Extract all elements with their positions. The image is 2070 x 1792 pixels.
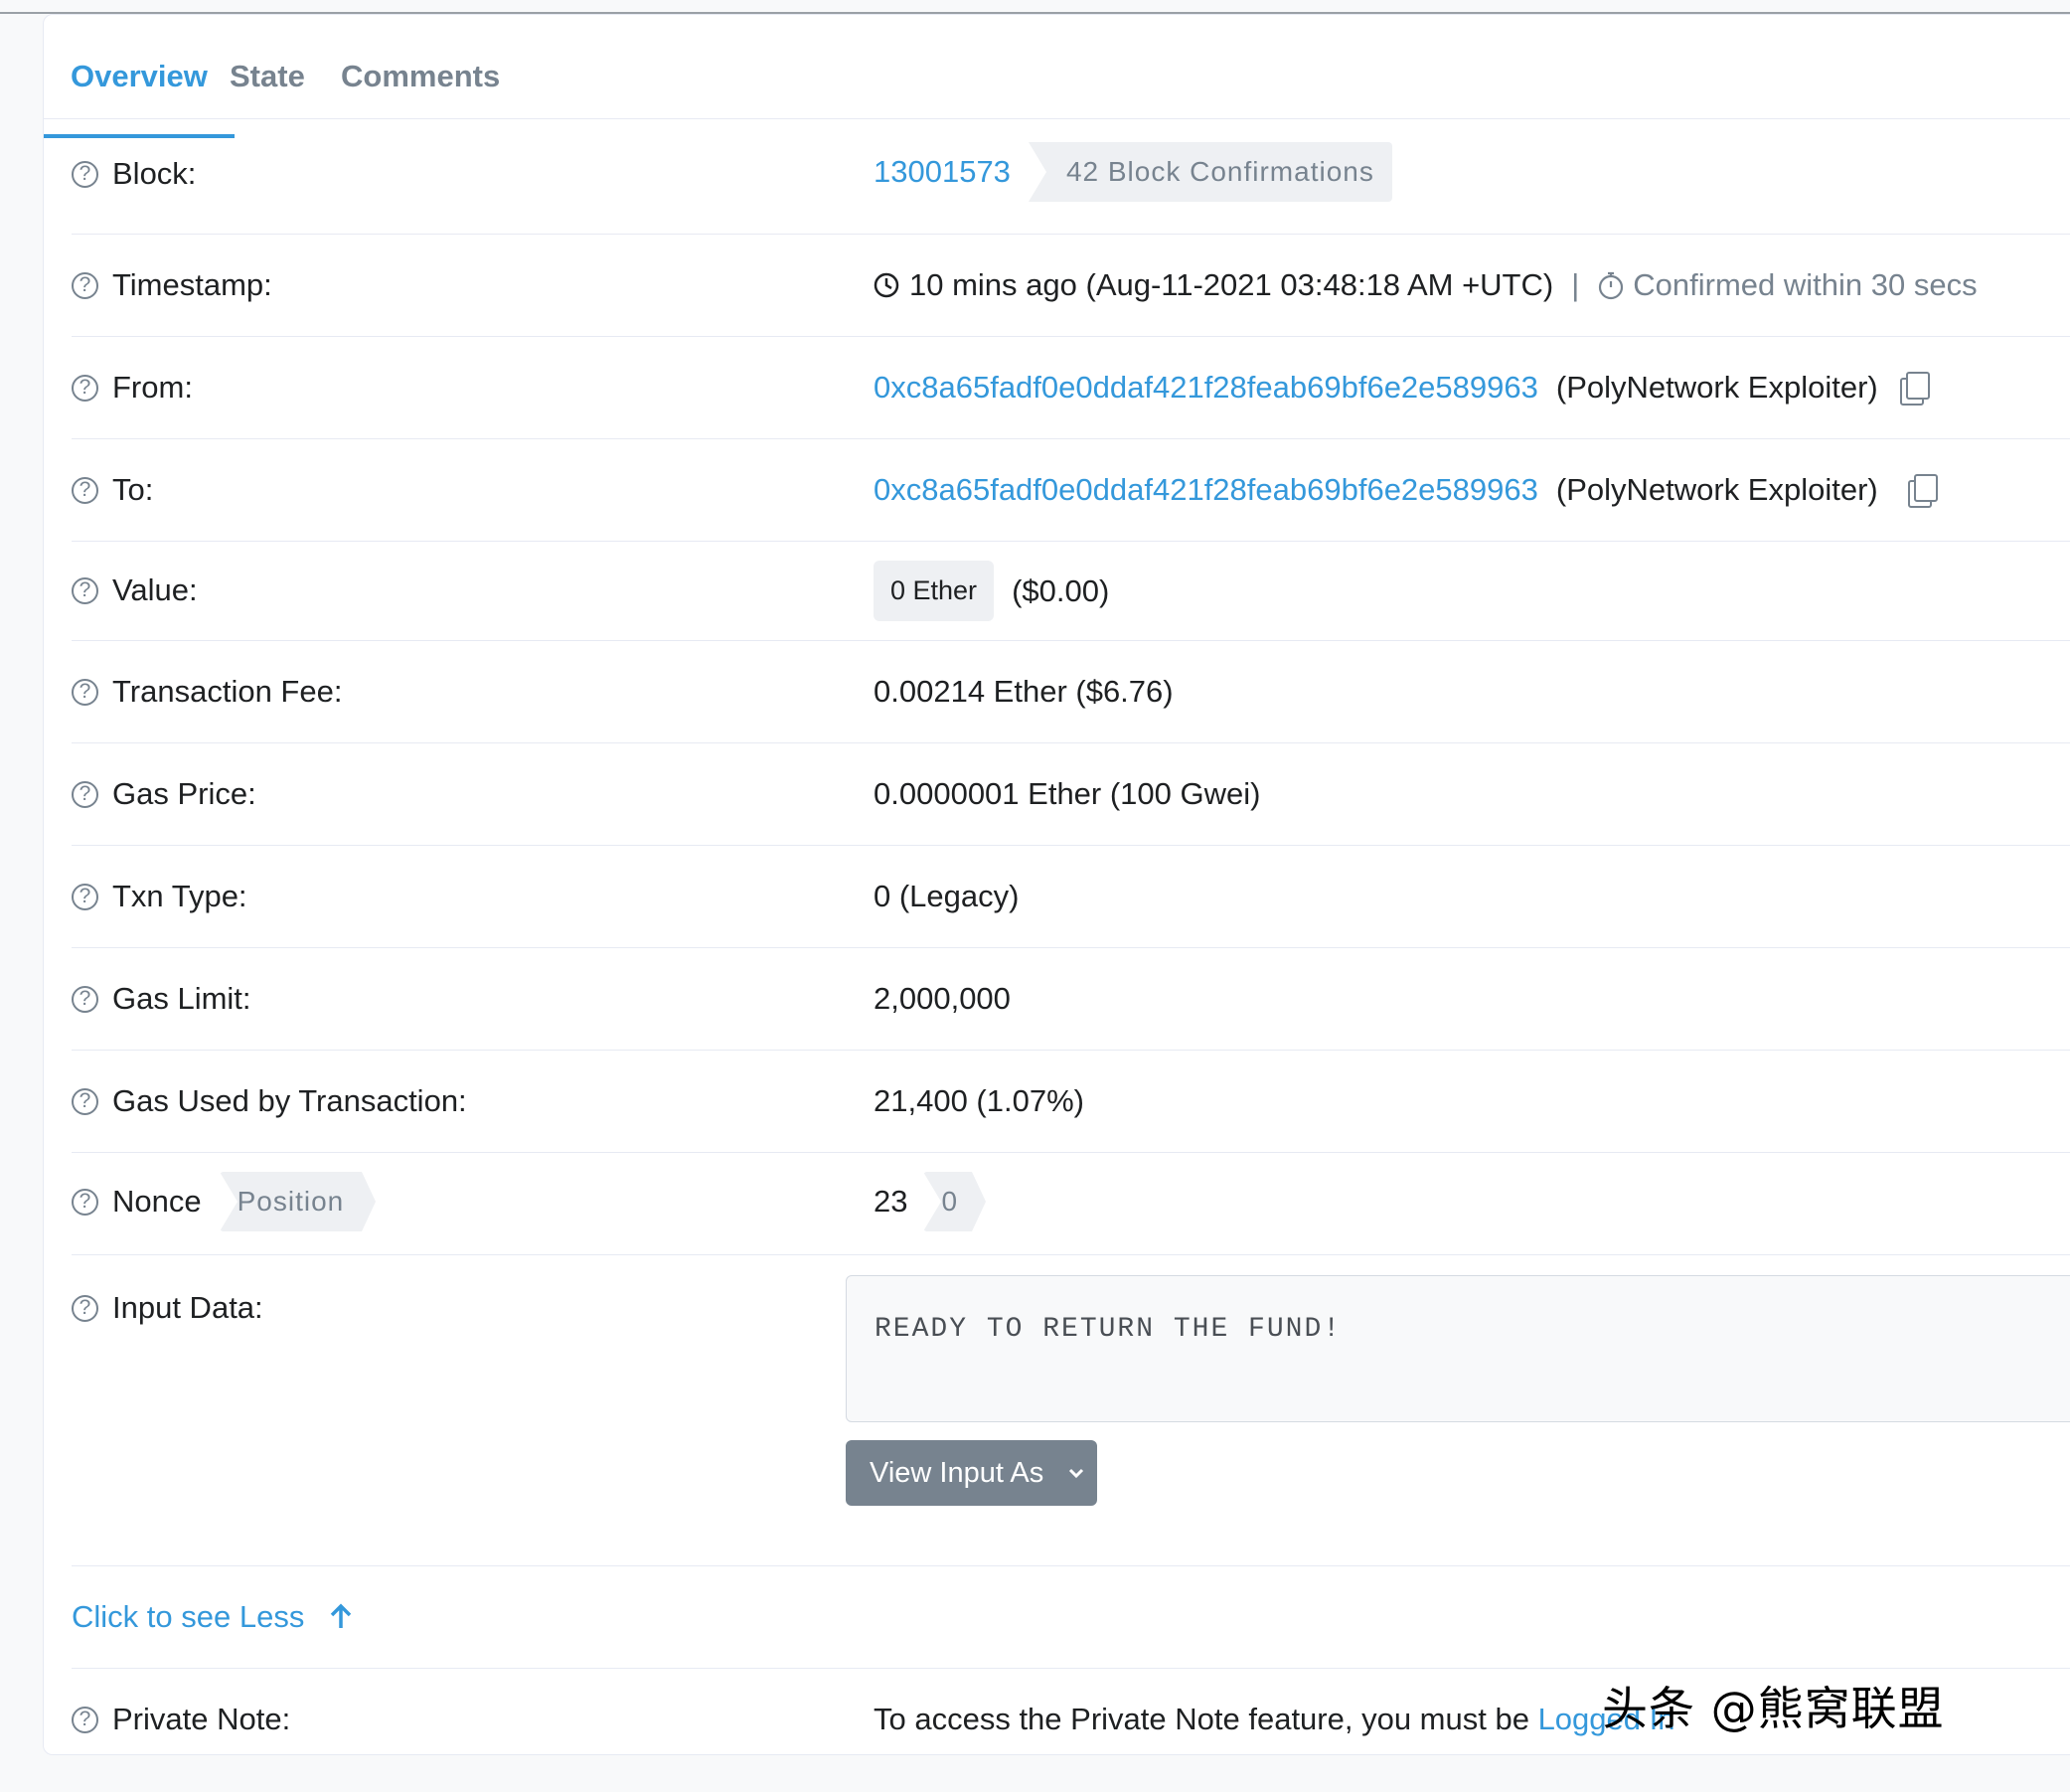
row-value: ? Value: 0 Ether ($0.00) [72,541,2070,641]
help-icon[interactable]: ? [72,780,98,808]
row-timestamp: ? Timestamp: 10 mins ago (Aug-11-2021 03… [72,234,2070,337]
row-gas-used: ? Gas Used by Transaction: 21,400 (1.07%… [72,1050,2070,1153]
timestamp-label: Timestamp: [112,267,272,302]
position-badge: Position [219,1172,376,1231]
stopwatch-icon [1599,271,1624,300]
input-data-label: Input Data: [112,1290,263,1325]
help-icon[interactable]: ? [72,1188,98,1216]
help-icon[interactable]: ? [72,883,98,910]
help-icon[interactable]: ? [72,1087,98,1115]
row-block: ? Block: 13001573 42 Block Confirmations [72,118,2070,235]
to-address-link[interactable]: 0xc8a65fadf0e0ddaf421f28feab69bf6e2e5899… [874,472,1538,508]
to-label: To: [112,472,154,507]
row-gas-price: ? Gas Price: 0.0000001 Ether (100 Gwei) [72,742,2070,846]
nonce-label: Nonce [112,1184,202,1219]
transaction-details-card: Overview State Comments ? Block: 1300157… [43,14,2070,1755]
position-value: 0 [923,1172,986,1231]
row-nonce: ? Nonce Position 23 0 [72,1152,2070,1255]
timestamp-value: 10 mins ago (Aug-11-2021 03:48:18 AM +UT… [909,267,1554,302]
private-note-label: Private Note: [112,1702,291,1736]
copy-icon[interactable] [1906,474,1938,508]
chevron-down-icon [1069,1468,1084,1479]
gas-price-value: 0.0000001 Ether (100 Gwei) [874,776,1261,811]
gas-limit-label: Gas Limit: [112,981,251,1016]
input-data-box[interactable]: READY TO RETURN THE FUND! [846,1275,2070,1422]
help-icon[interactable]: ? [72,678,98,706]
block-confirmations-badge: 42 Block Confirmations [1028,142,1392,202]
confirmed-within: Confirmed within 30 secs [1633,267,1978,302]
row-see-less: Click to see Less [72,1565,2070,1669]
from-name: (PolyNetwork Exploiter) [1555,370,1878,405]
from-label: From: [112,370,193,405]
see-less-label[interactable]: Click to see Less [72,1599,304,1635]
block-number-link[interactable]: 13001573 [874,154,1011,190]
help-icon[interactable]: ? [72,374,98,402]
block-label: Block: [112,156,197,191]
to-name: (PolyNetwork Exploiter) [1555,472,1878,507]
help-icon[interactable]: ? [72,985,98,1013]
help-icon[interactable]: ? [72,271,98,299]
txn-type-label: Txn Type: [112,879,247,913]
nonce-value: 23 [874,1184,908,1219]
help-icon[interactable]: ? [72,576,98,604]
tab-bar: Overview State Comments [44,15,2070,138]
row-txn-type: ? Txn Type: 0 (Legacy) [72,845,2070,948]
watermark: 头条 @熊窝联盟 [1602,1682,1945,1735]
help-icon[interactable]: ? [72,160,98,188]
gas-used-value: 21,400 (1.07%) [874,1083,1084,1118]
help-icon[interactable]: ? [72,1706,98,1733]
view-input-as-label: View Input As [870,1456,1044,1489]
fee-label: Transaction Fee: [112,674,343,709]
see-less-link[interactable]: Click to see Less [72,1599,354,1635]
row-to: ? To: 0xc8a65fadf0e0ddaf421f28feab69bf6e… [72,438,2070,542]
copy-icon[interactable] [1898,372,1930,406]
clock-icon [874,272,899,298]
value-label: Value: [112,572,198,607]
fee-value: 0.00214 Ether ($6.76) [874,674,1174,709]
gas-limit-value: 2,000,000 [874,981,1011,1016]
row-fee: ? Transaction Fee: 0.00214 Ether ($6.76) [72,640,2070,743]
gas-used-label: Gas Used by Transaction: [112,1083,467,1118]
gas-price-label: Gas Price: [112,776,256,811]
timestamp-separator: | [1571,267,1580,302]
help-icon[interactable]: ? [72,476,98,504]
txn-type-value: 0 (Legacy) [874,879,1020,913]
private-note-text: To access the Private Note feature, you … [874,1702,1538,1736]
from-address-link[interactable]: 0xc8a65fadf0e0ddaf421f28feab69bf6e2e5899… [874,370,1538,406]
value-badge: 0 Ether [874,561,995,621]
arrow-up-icon [331,1603,352,1628]
help-icon[interactable]: ? [72,1294,98,1322]
view-input-as-button[interactable]: View Input As [846,1440,1097,1506]
row-from: ? From: 0xc8a65fadf0e0ddaf421f28feab69bf… [72,336,2070,439]
row-gas-limit: ? Gas Limit: 2,000,000 [72,947,2070,1051]
value-usd: ($0.00) [1012,572,1110,608]
